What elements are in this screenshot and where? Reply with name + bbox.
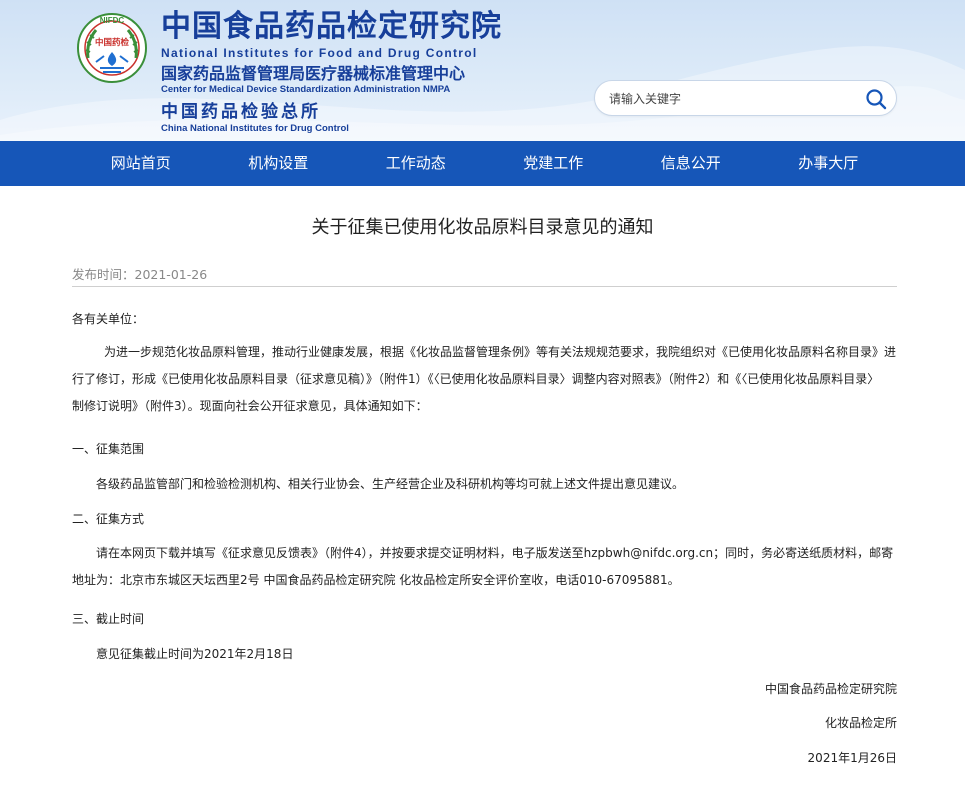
section-1-text: 各级药品监管部门和检验检测机构、相关行业协会、生产经营企业及科研机构等均可就上述… xyxy=(96,477,685,491)
article-title: 关于征集已使用化妆品原料目录意见的通知 xyxy=(311,217,654,238)
signature-department: 化妆品检定所 xyxy=(824,716,897,730)
intro-line-3: 制修订说明》（附件3）。现面向社会公开征求意见，具体通知如下： xyxy=(72,399,428,413)
site-subtitle-cn: 国家药品监督管理局医疗器械标准管理中心 xyxy=(161,64,466,83)
nav-item-party-building[interactable]: 党建工作 xyxy=(485,141,623,186)
intro-paragraph: 为进一步规范化妆品原料管理，推动行业健康发展，根据《化妆品监督管理条例》等有关法… xyxy=(72,339,897,420)
section-3-title: 三、截止时间 xyxy=(72,612,145,626)
section-2-line-2: 地址为：北京市东城区天坛西里2号 中国食品药品检定研究院 化妆品检定所安全评价室… xyxy=(72,573,680,587)
signature-date: 2021年1月26日 xyxy=(807,751,897,765)
intro-line-1: 为进一步规范化妆品原料管理，推动行业健康发展，根据《化妆品监督管理条例》等有关法… xyxy=(104,345,897,359)
title-divider xyxy=(72,286,897,287)
search-icon xyxy=(866,89,887,110)
nifdc-emblem-icon: NIFDC 中国药检 xyxy=(77,13,147,83)
section-3-text: 意见征集截止时间为2021年2月18日 xyxy=(96,647,294,661)
section-2-title: 二、征集方式 xyxy=(72,512,145,526)
nav-item-home[interactable]: 网站首页 xyxy=(72,141,210,186)
nav-item-service-hall[interactable]: 办事大厅 xyxy=(760,141,898,186)
section-1-title: 一、征集范围 xyxy=(72,442,145,456)
nifdc-logo[interactable]: NIFDC 中国药检 xyxy=(76,12,148,84)
site-header: NIFDC 中国药检 中国食品药品检定研究院 National Institut… xyxy=(0,0,965,141)
site-third-title-cn: 中国药品检验总所 xyxy=(161,102,321,122)
site-title-cn: 中国食品药品检定研究院 xyxy=(161,9,502,44)
search-input[interactable] xyxy=(609,89,849,109)
site-title-en: National Institutes for Food and Drug Co… xyxy=(161,46,478,60)
search-button[interactable] xyxy=(864,87,888,111)
section-2-paragraph: 请在本网页下载并填写《征求意见反馈表》（附件4），并按要求提交证明材料，电子版发… xyxy=(72,540,897,594)
nav-item-info-disclosure[interactable]: 信息公开 xyxy=(622,141,760,186)
intro-line-2: 行了修订，形成《已使用化妆品原料目录（征求意见稿）》（附件1）《〈已使用化妆品原… xyxy=(72,372,880,386)
nav-item-work-news[interactable]: 工作动态 xyxy=(347,141,485,186)
main-nav: 网站首页 机构设置 工作动态 党建工作 信息公开 办事大厅 xyxy=(0,141,965,186)
section-2-line-1: 请在本网页下载并填写《征求意见反馈表》（附件4），并按要求提交证明材料，电子版发… xyxy=(96,546,894,560)
site-titles: 中国食品药品检定研究院 National Institutes for Food… xyxy=(161,9,502,135)
salutation: 各有关单位： xyxy=(72,312,145,326)
site-third-title-en: China National Institutes for Drug Contr… xyxy=(161,123,349,134)
svg-text:NIFDC: NIFDC xyxy=(100,16,125,25)
nav-item-organization[interactable]: 机构设置 xyxy=(210,141,348,186)
publish-date: 发布时间：2021-01-26 xyxy=(72,267,208,282)
search-box xyxy=(594,80,897,116)
site-subtitle-en: Center for Medical Device Standardizatio… xyxy=(161,84,451,95)
signature-organization: 中国食品药品检定研究院 xyxy=(764,682,897,696)
svg-text:中国药检: 中国药检 xyxy=(95,37,130,48)
